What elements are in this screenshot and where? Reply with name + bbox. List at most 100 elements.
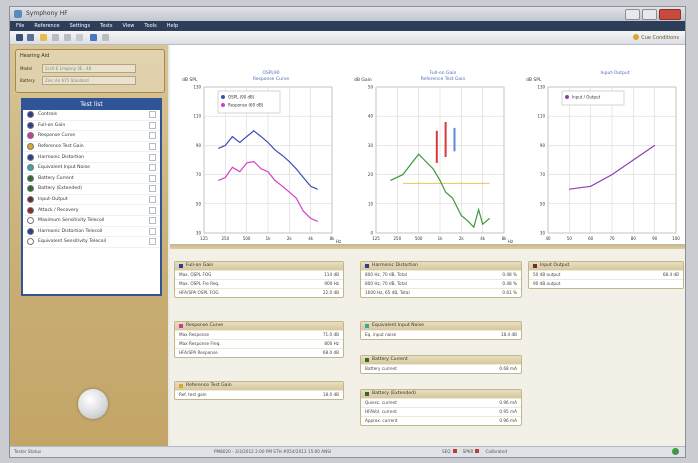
data-point (218, 147, 219, 149)
test-checkbox[interactable] (149, 217, 156, 225)
marker-bar (453, 127, 456, 152)
card-header[interactable]: Harmonic Distortion (361, 262, 521, 270)
test-color-icon (27, 206, 34, 214)
menu-view[interactable]: View (123, 23, 135, 29)
card-row-value: 0.96 mA (499, 418, 517, 423)
data-point (302, 177, 304, 178)
x-tick-label: 8k (330, 236, 336, 241)
data-point (232, 166, 233, 168)
test-checkbox[interactable] (149, 121, 156, 129)
test-list-item[interactable]: Maximum Sensitivity Telecoil (23, 216, 160, 227)
print-icon[interactable] (27, 34, 34, 41)
gain-chart: Full-on Gain Reference Test Gain dB Gain… (354, 70, 513, 244)
save-icon[interactable] (16, 34, 23, 41)
status-bar: Tester Status PM8020 - 3/3/2012 2:00 PM … (10, 446, 685, 457)
card-header[interactable]: Reference Test Gain (175, 382, 343, 390)
y-tick-label: 90 (540, 143, 546, 148)
y-tick-label: 70 (540, 172, 546, 177)
model-field[interactable]: 2cc6 E 1mgnny 3E.. 48 (42, 64, 136, 73)
test-list-item[interactable]: Full-on Gain (23, 121, 160, 132)
result-card-harmonic-distortion: Harmonic Distortion 800 Hz, 70 dB, Total 0… (360, 261, 522, 298)
test-list-item[interactable]: Harmonic Distortion Telecoil (23, 227, 160, 238)
help-icon[interactable] (90, 34, 97, 41)
test-checkbox[interactable] (149, 174, 156, 182)
test-checkbox[interactable] (149, 132, 156, 140)
card-row-value: 0.96 mA (499, 400, 517, 405)
test-color-icon (27, 227, 34, 235)
card-header[interactable]: Input Output (529, 262, 683, 270)
card-header[interactable]: Battery (Extended) (361, 390, 521, 398)
x-tick-label: 125 (372, 236, 380, 241)
test-checkbox[interactable] (149, 206, 156, 214)
card-row: Max. OSPL Fre Req. 900 Hz (175, 279, 343, 288)
test-color-icon (27, 132, 34, 140)
menu-tools[interactable]: Tools (144, 23, 156, 29)
card-color-icon (533, 264, 537, 268)
card-title: Input Output (540, 263, 570, 268)
card-header[interactable]: Response Curve (175, 322, 343, 330)
card-row-value: 68.0 dB (322, 350, 339, 355)
test-color-icon (27, 217, 34, 225)
settings-icon[interactable] (76, 34, 83, 41)
test-list-item[interactable]: Equivalent Sensitivity Telecoil (23, 237, 160, 248)
lock-icon[interactable] (40, 34, 47, 41)
test-color-icon (27, 143, 34, 151)
test-checkbox[interactable] (149, 227, 156, 235)
test-list-item[interactable]: Attack / Recovery (23, 205, 160, 216)
card-header[interactable]: Full-on Gain (175, 262, 343, 270)
status-ok-icon (672, 448, 679, 455)
test-list-item[interactable]: Battery (Extended) (23, 184, 160, 195)
minimize-button[interactable] (625, 9, 640, 20)
cue-conditions-link[interactable]: Cue Conditions (641, 35, 679, 41)
card-row-value: 18.4 dB (500, 332, 517, 337)
menu-help[interactable]: Help (167, 23, 178, 29)
card-row-label: HFA/SPA Response (179, 350, 218, 355)
test-color-icon (27, 238, 34, 246)
io-chart-title: Input-Output (600, 70, 629, 76)
menu-tests[interactable]: Tests (100, 23, 112, 29)
test-list-item[interactable]: Reference Test Gain (23, 142, 160, 153)
maximize-button[interactable] (642, 9, 657, 20)
menu-settings[interactable]: Settings (70, 23, 91, 29)
test-checkbox[interactable] (149, 196, 156, 204)
redo-icon[interactable] (64, 34, 71, 41)
test-list-item[interactable]: Controls (23, 110, 160, 121)
menu-reference[interactable]: Reference (34, 23, 59, 29)
test-checkbox[interactable] (149, 143, 156, 151)
test-checkbox[interactable] (149, 164, 156, 172)
data-point (489, 218, 490, 219)
data-point (317, 188, 318, 190)
x-tick-label: 500 (415, 236, 423, 241)
test-checkbox[interactable] (149, 111, 156, 119)
hearing-aid-panel: Hearing Aid Model 2cc6 E 1mgnny 3E.. 48 … (15, 49, 165, 93)
undo-icon[interactable] (52, 34, 59, 41)
expand-icon[interactable] (102, 34, 109, 41)
test-checkbox[interactable] (149, 185, 156, 193)
test-list-item[interactable]: Response Curve (23, 131, 160, 142)
test-list-item[interactable]: Harmonic Distortion (23, 152, 160, 163)
card-row: Ref. test gain 18.0 dB (175, 390, 343, 399)
card-row-value: 71.0 dB (322, 332, 339, 337)
close-button[interactable] (659, 9, 681, 20)
test-list-item-label: Reference Test Gain (38, 144, 84, 150)
card-header[interactable]: Equivalent Input Noise (361, 322, 521, 330)
test-list-item[interactable]: Input-Output (23, 195, 160, 206)
status-middle: PM8020 - 3/3/2012 2:00 PM STH #054/2013 … (214, 449, 332, 454)
card-row-value: 18.0 dB (322, 392, 339, 397)
test-color-icon (27, 153, 34, 161)
data-point (295, 197, 297, 199)
test-list-item[interactable]: Equivalent Input Noise (23, 163, 160, 174)
test-list-item[interactable]: Battery Current (23, 174, 160, 185)
test-checkbox[interactable] (149, 153, 156, 161)
battery-field[interactable]: Zinc Air 675 Standard (42, 76, 136, 85)
test-list: Test list Controls Full-on Gain Response C… (21, 98, 162, 296)
card-header[interactable]: Battery Current (361, 356, 521, 364)
app-window: Symphony HF File Reference Settings Test… (9, 6, 686, 458)
x-tick-label: 8k (502, 236, 508, 241)
y-tick-label: 30 (540, 231, 546, 236)
menu-file[interactable]: File (16, 23, 24, 29)
volume-knob[interactable] (78, 389, 108, 419)
card-row-label: Max. OSPL FOG (179, 272, 212, 277)
test-checkbox[interactable] (149, 238, 156, 246)
test-list-item-label: Input-Output (38, 197, 68, 203)
